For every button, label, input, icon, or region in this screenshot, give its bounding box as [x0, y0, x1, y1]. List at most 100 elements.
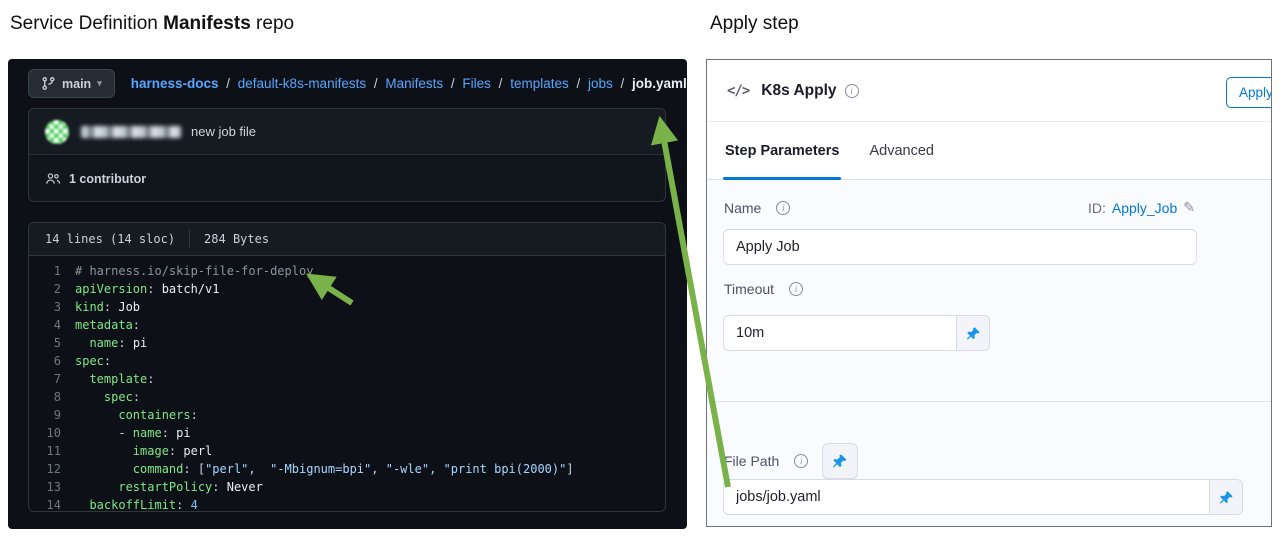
info-icon[interactable]: i [794, 454, 809, 468]
filepath-label-row: File Path i [724, 443, 859, 479]
code-line: 3 kind: Job [29, 298, 665, 316]
code-line: 11 image: perl [29, 442, 665, 460]
line-number[interactable]: 11 [29, 442, 75, 460]
step-id: ID: Apply_Job ✎ [1088, 199, 1195, 216]
name-input[interactable] [723, 229, 1197, 265]
timeout-label: Timeout i [724, 281, 804, 297]
code-line: 14 backoffLimit: 4 [29, 496, 665, 511]
page: Service Definition Manifests repo Apply … [0, 0, 1286, 537]
step-title: K8s Apply [761, 81, 837, 99]
line-number[interactable]: 13 [29, 478, 75, 496]
code-line: 8 spec: [29, 388, 665, 406]
line-number[interactable]: 4 [29, 316, 75, 334]
apply-step-panel: </> K8s Apply i Apply Step Parameters Adv… [706, 59, 1272, 527]
file-viewer: 14 lines (14 sloc) 284 Bytes 1 # harness.… [28, 222, 666, 512]
code-icon: </> [727, 82, 750, 99]
pin-icon-button[interactable] [1210, 479, 1243, 515]
commit-box: new job file 1 contributor [28, 108, 666, 202]
file-lines-count: 14 lines (14 sloc) [45, 232, 176, 246]
breadcrumb-separator: / [370, 76, 382, 91]
filepath-label: File Path i [724, 453, 809, 469]
breadcrumb-Files[interactable]: Files [462, 76, 491, 91]
pin-icon [966, 326, 980, 340]
breadcrumb-default-k8s-manifests[interactable]: default-k8s-manifests [238, 76, 366, 91]
step-tabs: Step Parameters Advanced [707, 122, 1271, 180]
code-line: 5 name: pi [29, 334, 665, 352]
breadcrumb-harness-docs[interactable]: harness-docs [131, 76, 219, 91]
breadcrumb-separator: / [572, 76, 584, 91]
timeout-input[interactable] [723, 315, 957, 351]
github-topbar: main ▾ harness-docs / default-k8s-manife… [8, 59, 687, 108]
filepath-label-text: File Path [724, 453, 780, 469]
commit-message[interactable]: new job file [191, 124, 256, 139]
breadcrumb-templates[interactable]: templates [510, 76, 569, 91]
edit-icon[interactable]: ✎ [1183, 199, 1195, 216]
line-number[interactable]: 7 [29, 370, 75, 388]
code-line: 1 # harness.io/skip-file-for-deploy [29, 262, 665, 280]
line-number[interactable]: 3 [29, 298, 75, 316]
breadcrumb-separator: / [494, 76, 507, 91]
tab-step-parameters[interactable]: Step Parameters [722, 122, 842, 180]
name-label-row: Name i ID: Apply_Job ✎ [724, 199, 1195, 216]
breadcrumb-jobs[interactable]: jobs [588, 76, 613, 91]
avatar[interactable] [45, 119, 69, 144]
id-link[interactable]: Apply_Job [1112, 200, 1177, 216]
section-divider [707, 401, 1271, 402]
line-number[interactable]: 9 [29, 406, 75, 424]
code-line: 2 apiVersion: batch/v1 [29, 280, 665, 298]
breadcrumb-separator: / [222, 76, 234, 91]
chevron-down-icon: ▾ [97, 78, 102, 88]
contributors-label: 1 contributor [69, 171, 147, 186]
line-number[interactable]: 8 [29, 388, 75, 406]
breadcrumb-separator: / [447, 76, 459, 91]
name-label: Name i [724, 199, 791, 216]
apply-changes-button[interactable]: Apply [1226, 77, 1271, 108]
name-label-text: Name [724, 199, 762, 216]
code-line: 10 - name: pi [29, 424, 665, 442]
contributors-row[interactable]: 1 contributor [29, 155, 665, 201]
code-line: 12 command: ["perl", "-Mbignum=bpi", "-w… [29, 460, 665, 478]
people-icon [46, 172, 61, 184]
filepath-input[interactable] [723, 479, 1210, 515]
pin-icon [1219, 490, 1233, 504]
line-number[interactable]: 2 [29, 280, 75, 298]
tab-advanced[interactable]: Advanced [869, 122, 934, 180]
pin-icon-button[interactable] [957, 315, 990, 351]
code-line: 9 containers: [29, 406, 665, 424]
timeout-input-group [723, 315, 990, 351]
left-title-post: repo [250, 13, 295, 34]
line-number[interactable]: 14 [29, 496, 75, 511]
info-icon[interactable]: i [844, 83, 859, 98]
right-title: Apply step [710, 13, 799, 34]
info-icon[interactable]: i [776, 200, 791, 215]
left-title-pre: Service Definition [10, 13, 164, 34]
github-panel: main ▾ harness-docs / default-k8s-manife… [8, 59, 687, 529]
filepath-input-group [723, 479, 1243, 515]
line-number[interactable]: 1 [29, 262, 75, 280]
file-size: 284 Bytes [204, 232, 270, 246]
line-number[interactable]: 5 [29, 334, 75, 352]
file-stats-bar: 14 lines (14 sloc) 284 Bytes [29, 223, 665, 256]
code-body: 1 # harness.io/skip-file-for-deploy 2 apiVe… [29, 256, 665, 511]
line-number[interactable]: 10 [29, 424, 75, 442]
breadcrumb-job.yaml: job.yaml [632, 76, 687, 91]
info-icon[interactable]: i [789, 282, 804, 296]
pin-icon-button[interactable] [822, 443, 859, 479]
code-line: 13 restartPolicy: Never [29, 478, 665, 496]
timeout-label-text: Timeout [724, 281, 775, 297]
breadcrumb-separator: / [616, 76, 629, 91]
line-number[interactable]: 6 [29, 352, 75, 370]
branch-name: main [62, 76, 92, 91]
id-prefix: ID: [1087, 199, 1106, 216]
breadcrumb-Manifests[interactable]: Manifests [385, 76, 443, 91]
step-header: </> K8s Apply i Apply [707, 60, 1271, 122]
divider [189, 230, 191, 248]
code-line: 6 spec: [29, 352, 665, 370]
code-line: 7 template: [29, 370, 665, 388]
pin-icon [833, 454, 847, 468]
left-title-bold: Manifests [163, 13, 251, 34]
step-parameters-content: Name i ID: Apply_Job ✎ Timeout i [707, 181, 1271, 526]
line-number[interactable]: 12 [29, 460, 75, 478]
latest-commit-row: new job file [29, 109, 665, 155]
branch-selector[interactable]: main ▾ [28, 69, 115, 98]
